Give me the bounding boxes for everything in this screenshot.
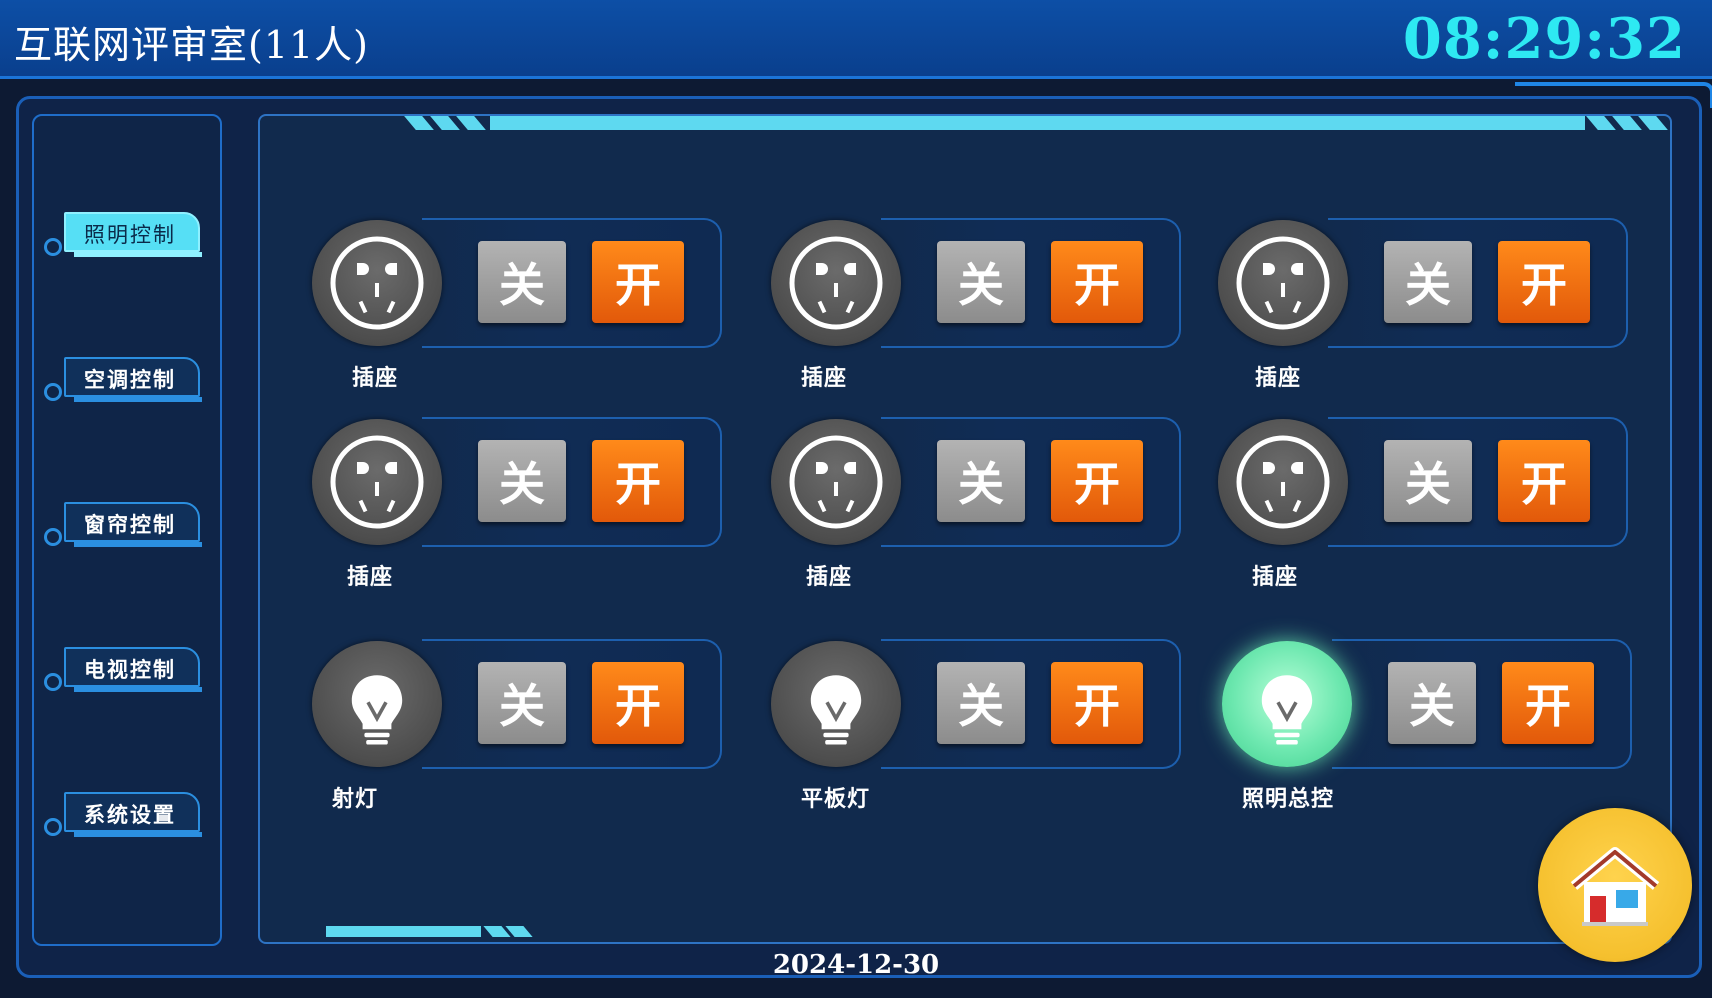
device-card-spotlight: 关 开 射灯	[312, 639, 722, 812]
off-button[interactable]: 关	[1384, 241, 1472, 323]
sidebar-item-label: 空调控制	[84, 367, 176, 392]
device-label: 插座	[1255, 365, 1302, 391]
on-button[interactable]: 开	[1498, 241, 1590, 323]
nav-dot-icon	[44, 673, 62, 691]
device-label: 射灯	[332, 786, 379, 812]
off-button[interactable]: 关	[1388, 662, 1476, 744]
on-button[interactable]: 开	[1051, 662, 1143, 744]
bulb-icon[interactable]	[312, 641, 442, 767]
date-display: 2024-12-30	[772, 950, 940, 980]
device-label: 插座	[806, 564, 853, 590]
clock: 08:29:32	[1402, 6, 1686, 72]
on-button[interactable]: 开	[1051, 440, 1143, 522]
socket-icon[interactable]	[312, 220, 442, 346]
device-card-socket-1: 关 开 插座	[312, 218, 722, 391]
nav-dot-icon	[44, 238, 62, 256]
nav-dot-icon	[44, 383, 62, 401]
sidebar-item-label: 电视控制	[84, 657, 176, 682]
off-button[interactable]: 关	[478, 241, 566, 323]
device-card-socket-6: 关 开 插座	[1218, 417, 1628, 590]
device-label: 插座	[352, 365, 399, 391]
sidebar-item-system-settings[interactable]: 系统设置	[44, 792, 202, 838]
home-button[interactable]	[1538, 808, 1692, 962]
sidebar-item-tv-control[interactable]: 电视控制	[44, 647, 202, 693]
on-button[interactable]: 开	[1498, 440, 1590, 522]
nav-underline	[74, 542, 202, 547]
device-card-socket-4: 关 开 插座	[312, 417, 722, 590]
on-button[interactable]: 开	[592, 440, 684, 522]
home-icon	[1570, 847, 1660, 926]
bulb-icon[interactable]	[771, 641, 901, 767]
on-button[interactable]: 开	[592, 662, 684, 744]
socket-icon[interactable]	[1218, 220, 1348, 346]
nav-underline	[74, 687, 202, 692]
device-label: 插座	[801, 365, 848, 391]
device-label: 照明总控	[1242, 786, 1335, 812]
bulb-icon[interactable]	[1222, 641, 1352, 767]
device-card-socket-5: 关 开 插座	[771, 417, 1181, 590]
off-button[interactable]: 关	[1384, 440, 1472, 522]
socket-icon[interactable]	[771, 220, 901, 346]
socket-icon[interactable]	[1218, 419, 1348, 545]
sidebar-item-lighting-control[interactable]: 照明控制	[44, 212, 202, 258]
sidebar-item-label: 系统设置	[84, 802, 176, 827]
socket-icon[interactable]	[312, 419, 442, 545]
on-button[interactable]: 开	[592, 241, 684, 323]
nav-underline	[74, 832, 202, 837]
nav-dot-icon	[44, 528, 62, 546]
nav-dot-icon	[44, 818, 62, 836]
sidebar-item-ac-control[interactable]: 空调控制	[44, 357, 202, 403]
device-label: 插座	[347, 564, 394, 590]
device-card-lighting-master: 关 开 照明总控	[1222, 639, 1632, 812]
off-button[interactable]: 关	[937, 241, 1025, 323]
off-button[interactable]: 关	[937, 662, 1025, 744]
device-card-panel-light: 关 开 平板灯	[771, 639, 1181, 812]
off-button[interactable]: 关	[937, 440, 1025, 522]
sidebar-item-label: 窗帘控制	[84, 512, 176, 537]
nav-underline	[74, 397, 202, 402]
bottom-accent-bar	[326, 926, 481, 937]
on-button[interactable]: 开	[1502, 662, 1594, 744]
on-button[interactable]: 开	[1051, 241, 1143, 323]
off-button[interactable]: 关	[478, 440, 566, 522]
sidebar-item-label: 照明控制	[84, 223, 176, 247]
device-card-socket-3: 关 开 插座	[1218, 218, 1628, 391]
device-card-socket-2: 关 开 插座	[771, 218, 1181, 391]
top-accent-bar	[490, 116, 1585, 130]
frame-corner-decoration	[1515, 82, 1712, 108]
sidebar-item-curtain-control[interactable]: 窗帘控制	[44, 502, 202, 548]
device-label: 插座	[1252, 564, 1299, 590]
device-label: 平板灯	[801, 786, 871, 812]
room-title: 互联网评审室(11人)	[14, 23, 370, 67]
off-button[interactable]: 关	[478, 662, 566, 744]
nav-underline	[74, 252, 202, 257]
socket-icon[interactable]	[771, 419, 901, 545]
